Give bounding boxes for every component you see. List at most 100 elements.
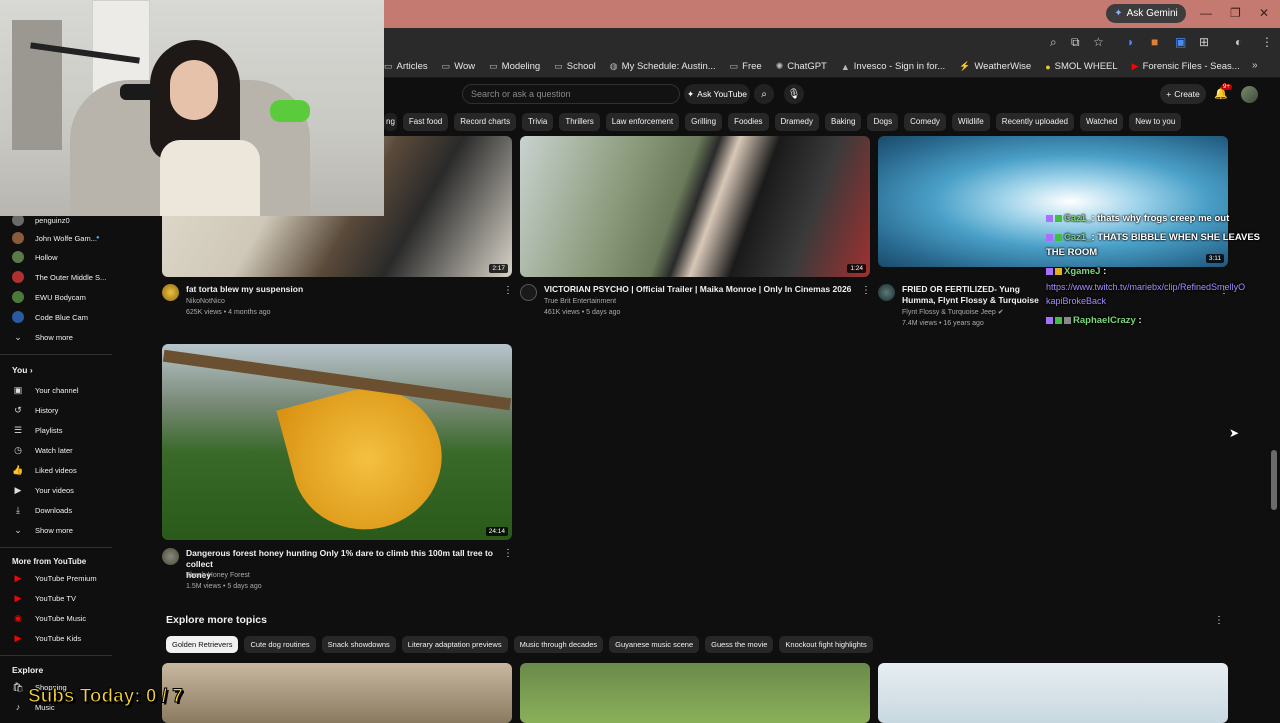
extension-icon[interactable]: ■ (1151, 35, 1158, 49)
sidebar-subscription[interactable]: EWU Bodycam (0, 287, 114, 307)
bookmark-smol-wheel[interactable]: ● SMOL WHEEL (1045, 61, 1117, 72)
more-options-icon[interactable]: ⋮ (861, 285, 871, 296)
chat-link[interactable]: kapiBrokeBack (1046, 296, 1106, 306)
chat-link[interactable]: https://www.twitch.tv/mariebx/clip/Refin… (1046, 282, 1245, 292)
video-title[interactable]: VICTORIAN PSYCHO | Official Trailer | Ma… (544, 284, 854, 295)
chip[interactable]: Dramedy (774, 113, 819, 131)
bookmark-invesco[interactable]: ▲ Invesco - Sign in for... (841, 61, 945, 72)
close-icon[interactable]: ✕ (1259, 6, 1269, 20)
bookmark-forensic-files[interactable]: ▶ Forensic Files - Seas... (1132, 61, 1240, 72)
topic-chip[interactable]: Knockout fight highlights (779, 636, 873, 653)
video-channel[interactable]: True Brit Entertainment (544, 296, 616, 307)
bookmark-articles[interactable]: ▭ Articles (384, 61, 428, 72)
youtube-icon: ▶ (1131, 61, 1139, 71)
install-icon[interactable]: ⧉ (1071, 35, 1080, 50)
search-button[interactable]: ⌕ (754, 84, 774, 104)
profile-icon[interactable]: ◐ (1235, 35, 1242, 49)
sidebar-item-watch-later[interactable]: ◷ Watch later (0, 440, 114, 460)
chip[interactable]: Trivia (522, 113, 554, 131)
bookmark-free[interactable]: ▭ Free (730, 61, 762, 72)
topic-chip[interactable]: Guess the movie (705, 636, 774, 653)
account-avatar[interactable] (1241, 86, 1258, 103)
ask-youtube-button[interactable]: ✦ Ask YouTube (684, 84, 750, 104)
sidebar-item-playlists[interactable]: ☰ Playlists (0, 420, 114, 440)
you-section-header[interactable]: You › (12, 365, 33, 375)
video-thumbnail[interactable]: 1:24 (520, 136, 870, 277)
channel-avatar[interactable] (520, 284, 537, 301)
chip[interactable]: New to you (1129, 113, 1182, 131)
chip[interactable]: Recently uploaded (995, 113, 1074, 131)
extension-icon[interactable]: ▣ (1175, 35, 1186, 49)
sidebar-item-youtube-tv[interactable]: ▶ YouTube TV (0, 588, 114, 608)
sidebar-item-show-more[interactable]: ⌄ Show more (0, 520, 114, 540)
channel-avatar[interactable] (162, 284, 179, 301)
chip[interactable]: Foodies (728, 113, 769, 131)
sidebar-subscription[interactable]: Code Blue Cam (0, 307, 114, 327)
chip[interactable]: Thrillers (559, 113, 600, 131)
bookmark-my-schedule[interactable]: ◍ My Schedule: Austin... (610, 61, 716, 72)
topic-chip[interactable]: Guyanese music scene (609, 636, 700, 653)
chip[interactable]: ng (384, 113, 397, 131)
sidebar-item-youtube-premium[interactable]: ▶ YouTube Premium (0, 568, 114, 588)
search-input[interactable]: Search or ask a question (462, 84, 680, 104)
video-thumbnail[interactable] (878, 663, 1228, 723)
show-more-subscriptions[interactable]: ⌄ Show more (0, 327, 114, 347)
voice-search-button[interactable]: 🎙 (784, 84, 804, 104)
chip[interactable]: Comedy (904, 113, 946, 131)
bookmark-modeling[interactable]: ▭ Modeling (489, 61, 540, 72)
sidebar-item-liked-videos[interactable]: 👍 Liked videos (0, 460, 114, 480)
chip[interactable]: Baking (824, 113, 862, 131)
more-options-icon[interactable]: ⋮ (1214, 615, 1224, 626)
create-button[interactable]: + Create (1160, 84, 1206, 104)
browser-menu-icon[interactable]: ⋮ (1261, 35, 1273, 49)
sidebar-item-youtube-kids[interactable]: ▶ YouTube Kids (0, 628, 114, 648)
chip[interactable]: Watched (1080, 113, 1124, 131)
video-channel[interactable]: Thanh Honey Forest (186, 570, 250, 581)
zoom-icon[interactable]: ⌕ (1050, 35, 1057, 50)
ask-gemini-button[interactable]: ✦ Ask Gemini (1106, 4, 1186, 23)
bookmark-chatgpt[interactable]: ✺ ChatGPT (776, 61, 827, 72)
chip[interactable]: Wildlife (951, 113, 990, 131)
chip[interactable]: Dogs (867, 113, 899, 131)
topic-chip[interactable]: Snack showdowns (321, 636, 396, 653)
sidebar-item-your-videos[interactable]: ▶ Your videos (0, 480, 114, 500)
sidebar-item-history[interactable]: ↺ History (0, 400, 114, 420)
bookmark-school[interactable]: ▭ School (554, 61, 596, 72)
minimize-icon[interactable]: — (1200, 6, 1212, 20)
badge-icon (1055, 214, 1062, 222)
topic-chip[interactable]: Golden Retrievers (166, 636, 239, 653)
bookmark-star-icon[interactable]: ☆ (1093, 35, 1104, 49)
chip[interactable]: Grilling (685, 113, 723, 131)
video-title[interactable]: FRIED OR FERTILIZED- Yung Humma, Flynt F… (902, 284, 1042, 306)
extensions-puzzle-icon[interactable]: ⊞ (1199, 35, 1209, 49)
topic-chip[interactable]: Cute dog routines (244, 636, 316, 653)
channel-avatar[interactable] (162, 548, 179, 565)
chip[interactable]: Record charts (454, 113, 517, 131)
more-options-icon[interactable]: ⋮ (503, 548, 513, 559)
restore-icon[interactable]: ❐ (1230, 6, 1241, 20)
video-thumbnail[interactable] (162, 663, 512, 723)
bookmark-weatherwise[interactable]: ⚡ WeatherWise (959, 61, 1031, 72)
gemini-icon: ✦ (1114, 8, 1123, 19)
sidebar-item-downloads[interactable]: ⤓ Downloads (0, 500, 114, 520)
topic-chip[interactable]: Music through decades (513, 636, 604, 653)
sidebar-item-your-channel[interactable]: ▣ Your channel (0, 380, 114, 400)
page-scrollbar[interactable] (1271, 450, 1277, 510)
extension-icon[interactable]: ◗ (1127, 35, 1134, 49)
chip[interactable]: Fast food (402, 113, 449, 131)
video-channel[interactable]: Flynt Flossy & Turquoise Jeep ✔ (902, 307, 1004, 318)
video-thumbnail[interactable]: 24:14 (162, 344, 512, 540)
video-thumbnail[interactable] (520, 663, 870, 723)
channel-avatar[interactable] (878, 284, 895, 301)
topic-chip[interactable]: Literary adaptation previews (401, 636, 508, 653)
bookmark-wow[interactable]: ▭ Wow (442, 61, 475, 72)
sidebar-item-youtube-music[interactable]: ◉ YouTube Music (0, 608, 114, 628)
more-options-icon[interactable]: ⋮ (503, 285, 513, 296)
video-title[interactable]: fat torta blew my suspension (186, 284, 486, 295)
video-channel[interactable]: NikoNotNico (186, 296, 225, 307)
sidebar-subscription[interactable]: Hollow (0, 247, 114, 267)
sidebar-subscription[interactable]: John Wolfe Gam... ● (0, 228, 114, 248)
bookmarks-overflow-icon[interactable]: » (1252, 60, 1258, 71)
chip[interactable]: Law enforcement (605, 113, 680, 131)
sidebar-subscription[interactable]: The Outer Middle S... (0, 267, 114, 287)
